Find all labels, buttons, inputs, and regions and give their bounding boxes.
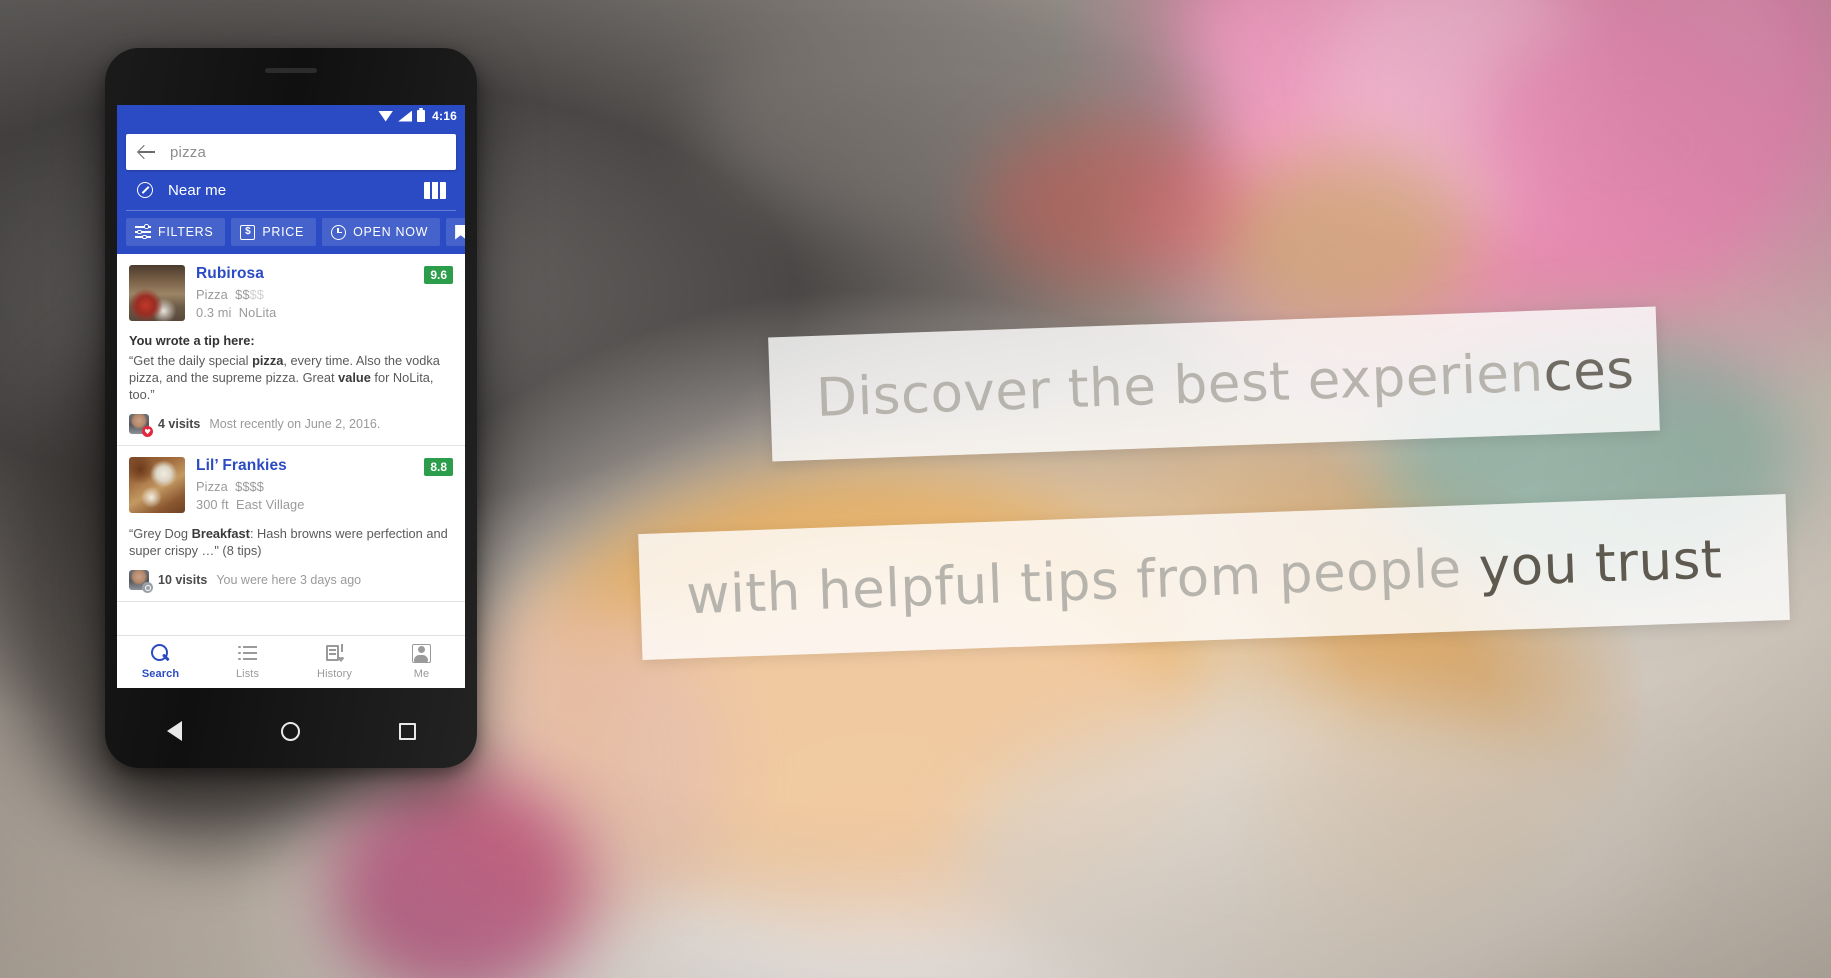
- venue-name[interactable]: Rubirosa: [196, 265, 276, 283]
- near-me-label: Near me: [168, 181, 227, 199]
- venue-info: Lil’ Frankies Pizza $$$$ 300 ft East Vil…: [196, 457, 304, 513]
- search-bar[interactable]: pizza: [126, 134, 456, 170]
- tab-history-label: History: [317, 668, 352, 680]
- sliders-icon: [135, 224, 151, 240]
- visits-detail: You were here 3 days ago: [216, 573, 362, 588]
- venue-distance: 0.3 mi: [196, 304, 232, 320]
- venue-thumbnail: [129, 457, 185, 514]
- tab-search[interactable]: Search: [117, 636, 204, 688]
- chip-open-now-label: OPEN NOW: [353, 225, 429, 239]
- venue-distance-area: 0.3 mi NoLita: [196, 305, 276, 320]
- avatar: [129, 414, 153, 438]
- venue-name[interactable]: Lil’ Frankies: [196, 457, 304, 475]
- heart-badge-icon: [142, 426, 153, 438]
- tab-lists[interactable]: Lists: [204, 636, 291, 688]
- visits-count: 10 visits: [158, 573, 208, 588]
- venue-neighborhood: East Village: [235, 496, 305, 512]
- dollar-box-icon: $: [240, 224, 256, 240]
- nav-recents-icon[interactable]: [398, 722, 416, 740]
- venue-category: Pizza: [196, 478, 228, 494]
- android-navigation-bar: [117, 706, 465, 756]
- chip-filters[interactable]: FILTERS: [126, 218, 226, 246]
- search-icon: [151, 644, 170, 663]
- tab-me[interactable]: Me: [378, 636, 465, 688]
- chip-price-label: PRICE: [262, 225, 305, 239]
- venue-price-filled: $$: [235, 286, 250, 302]
- venue-header: Rubirosa Pizza $$$$ 0.3 mi NoLita: [129, 265, 453, 321]
- chip-price[interactable]: $ PRICE: [231, 218, 317, 246]
- nav-home-icon[interactable]: [280, 721, 300, 741]
- venue-price-filled: $$$$: [235, 478, 264, 494]
- search-input[interactable]: pizza: [170, 144, 206, 161]
- chip-filters-label: FILTERS: [158, 225, 214, 239]
- venue-score-badge: 9.6: [424, 266, 453, 284]
- venue-category: Pizza: [196, 286, 228, 302]
- clock-icon: [331, 224, 347, 240]
- marketing-line1: Discover the best experiences: [815, 339, 1635, 429]
- marketing-line2: with helpful tips from people you trust: [685, 529, 1723, 626]
- visits-row: 10 visits You were here 3 days ago: [129, 559, 453, 601]
- visits-detail: Most recently on June 2, 2016.: [209, 417, 381, 432]
- tab-search-label: Search: [141, 668, 180, 680]
- result-card-rubirosa[interactable]: 9.6 Rubirosa Pizza $$$$ 0.3 mi NoLita Yo…: [117, 254, 465, 447]
- chip-open-now[interactable]: OPEN NOW: [322, 218, 441, 246]
- venue-distance: 300 ft: [196, 496, 229, 512]
- tab-me-label: Me: [413, 668, 430, 680]
- signal-icon: [398, 110, 413, 122]
- tab-history[interactable]: History: [291, 636, 378, 688]
- result-card-lil-frankies[interactable]: 8.8 Lil’ Frankies Pizza $$$$ 300 ft East…: [117, 446, 465, 603]
- near-me-row[interactable]: Near me: [126, 170, 456, 211]
- venue-neighborhood: NoLita: [238, 304, 277, 320]
- phone-device: 4:16 pizza Near me FILTERS $ PRICE OPEN …: [105, 48, 477, 768]
- status-time: 4:16: [432, 109, 457, 123]
- venue-category-price: Pizza $$$$: [196, 479, 304, 494]
- visits-row: 4 visits Most recently on June 2, 2016.: [129, 403, 453, 445]
- status-bar: 4:16: [117, 105, 465, 127]
- bottom-tab-bar: Search Lists History Me: [117, 635, 465, 688]
- results-list: 9.6 Rubirosa Pizza $$$$ 0.3 mi NoLita Yo…: [117, 254, 465, 603]
- venue-price-empty: $$: [249, 286, 264, 302]
- smile-badge-icon: [142, 582, 153, 594]
- back-arrow-icon[interactable]: [138, 143, 156, 161]
- search-header: pizza Near me: [117, 127, 465, 211]
- venue-score-badge: 8.8: [424, 458, 453, 477]
- history-icon: [325, 644, 344, 663]
- marketing-line2-text: with helpful tips from people: [685, 537, 1480, 626]
- venue-info: Rubirosa Pizza $$$$ 0.3 mi NoLita: [196, 265, 276, 321]
- avatar: [129, 570, 153, 594]
- person-icon: [412, 644, 431, 663]
- location-crosshair-icon: [137, 182, 153, 198]
- marketing-line2-emphasis: you trust: [1477, 528, 1724, 599]
- wifi-icon: [378, 110, 394, 122]
- list-icon: [238, 644, 257, 663]
- venue-header: Lil’ Frankies Pizza $$$$ 300 ft East Vil…: [129, 457, 453, 514]
- marketing-line1-emphasis: ces: [1542, 338, 1636, 403]
- nav-back-icon[interactable]: [166, 721, 182, 741]
- phone-screen: 4:16 pizza Near me FILTERS $ PRICE OPEN …: [117, 105, 465, 688]
- filter-chip-row: FILTERS $ PRICE OPEN NOW S: [117, 211, 465, 254]
- map-icon[interactable]: [424, 181, 446, 199]
- tip-header: You wrote a tip here:: [129, 333, 255, 348]
- battery-icon: [417, 108, 426, 122]
- venue-thumbnail: [129, 265, 185, 321]
- chip-saved[interactable]: S: [446, 218, 465, 246]
- tip-body: “Grey Dog Breakfast: Hash browns were pe…: [129, 526, 448, 559]
- venue-category-price: Pizza $$$$: [196, 287, 276, 302]
- bookmark-icon: [455, 224, 465, 240]
- visits-count: 4 visits: [158, 417, 201, 432]
- tab-lists-label: Lists: [235, 668, 260, 680]
- venue-distance-area: 300 ft East Village: [196, 497, 304, 512]
- marketing-line1-text: Discover the best experien: [815, 342, 1545, 429]
- tip-body: “Get the daily special pizza, every time…: [129, 353, 440, 403]
